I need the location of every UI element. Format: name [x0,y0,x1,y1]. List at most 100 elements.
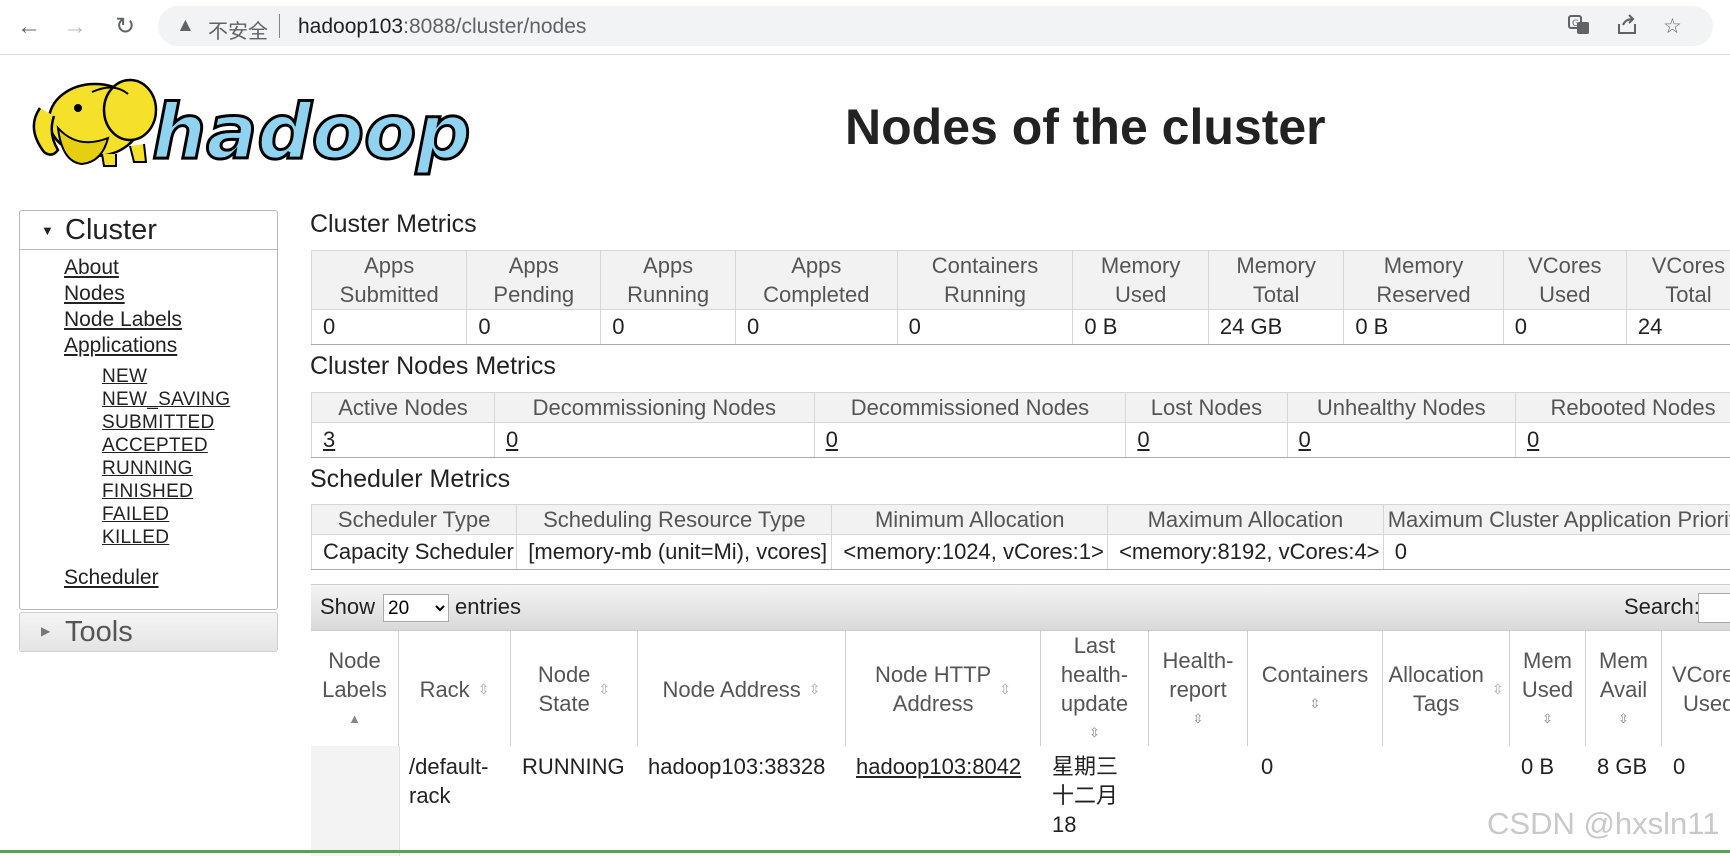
column-header-mem-used[interactable]: Mem Used ⇳ [1510,631,1586,747]
max-cluster-app-priority-value: 0 [1382,534,1730,570]
column-header-rack[interactable]: Rack ⇳ [399,631,511,747]
node-labels-cell [311,746,400,856]
column-header: Lost Nodes [1125,392,1288,423]
mem-avail-cell: 8 GB [1597,754,1648,779]
page-size-select[interactable]: 20 [383,594,449,622]
column-header-node-state[interactable]: Node State ⇳ [511,631,638,747]
sidebar-link-applications[interactable]: Applications [64,334,177,358]
cluster-nodes-metrics-title: Cluster Nodes Metrics [310,352,556,380]
apps-submitted-value: 0 [310,309,468,345]
cluster-menu: ▼ Cluster About Nodes Node Labels Applic… [19,210,278,610]
column-header: VCores Total [1625,250,1730,310]
decommissioned-nodes-link[interactable]: 0 [826,427,838,452]
warning-icon[interactable]: ▲ [176,15,195,37]
sidebar-app-state-killed[interactable]: KILLED [102,527,169,549]
sidebar-link-scheduler[interactable]: Scheduler [64,566,159,590]
column-header-node-http-address[interactable]: Node HTTP Address ⇳ [846,631,1041,747]
scheduler-type-value: Capacity Scheduler [310,534,518,570]
column-header: Active Nodes [310,392,496,423]
vcores-used-cell: 0 [1673,754,1686,779]
maximum-allocation-value: <memory:8192, vCores:4> [1107,534,1384,570]
containers-running-value: 0 [896,309,1074,345]
column-header: Maximum Cluster Application Priority [1382,504,1730,535]
tools-menu-header[interactable]: ▶ Tools [19,612,278,652]
cluster-menu-header[interactable]: ▼ Cluster [20,211,277,250]
memory-used-value: 0 B [1072,309,1209,345]
translate-icon[interactable]: G [1568,14,1590,42]
sidebar-app-state-new-saving[interactable]: NEW_SAVING [102,389,230,411]
cluster-nodes-metrics-table: Active Nodes Decommissioning Nodes Decom… [310,392,1730,458]
column-header-node-address[interactable]: Node Address ⇳ [638,631,846,747]
sidebar-app-state-accepted[interactable]: ACCEPTED [102,435,208,457]
rebooted-nodes-link[interactable]: 0 [1527,427,1539,452]
column-header: Maximum Allocation [1107,504,1384,535]
column-header: Memory Total [1207,250,1345,310]
sort-icon: ⇳ [1491,680,1504,697]
scheduler-metrics-title: Scheduler Metrics [310,465,511,493]
search-input[interactable] [1698,593,1730,623]
sidebar-app-state-failed[interactable]: FAILED [102,504,169,526]
unhealthy-nodes-link[interactable]: 0 [1299,427,1311,452]
sort-icon: ⇳ [1089,725,1100,740]
sort-asc-icon: ▲ [348,710,361,726]
logo-text: hadoop [152,87,470,176]
share-icon[interactable] [1616,14,1638,42]
table-row: Capacity Scheduler [memory-mb (unit=Mi),… [310,534,1730,570]
watermark: CSDN @hxsln11 [1487,806,1720,841]
bottom-border [0,850,1730,853]
back-arrow-icon[interactable]: ← [12,10,46,44]
cluster-metrics-table: Apps Submitted Apps Pending Apps Running Ap… [310,250,1730,345]
node-http-address-link[interactable]: hadoop103:8042 [856,752,1021,781]
column-header: Apps Submitted [310,250,468,310]
cluster-menu-label: Cluster [65,214,157,246]
decommissioning-nodes-link[interactable]: 0 [506,427,518,452]
rack-cell: /default-rack [409,754,489,808]
column-header: Rebooted Nodes [1515,392,1730,423]
nodes-table-header: Node Labels ▲ Rack ⇳ Node State ⇳ Node Addres… [311,630,1730,748]
reload-icon[interactable]: ↻ [108,10,142,44]
column-header-allocation-tags[interactable]: Allocation Tags ⇳ [1383,631,1510,747]
apps-pending-value: 0 [466,309,602,345]
sidebar-link-nodes[interactable]: Nodes [64,282,125,306]
column-header: Decommissioning Nodes [494,392,815,423]
table-row: 3 0 0 0 0 0 [310,422,1730,458]
address-bar[interactable]: ▲ 不安全 hadoop103:8088/cluster/nodes G ☆ [158,6,1713,46]
collapsed-triangle-icon: ▶ [41,624,51,638]
search-label: Search: [1624,594,1700,619]
scheduler-metrics-table: Scheduler Type Scheduling Resource Type … [310,504,1730,570]
sidebar-link-node-labels[interactable]: Node Labels [64,308,182,332]
column-header-vcores-used[interactable]: VCoresUsed [1662,631,1730,747]
hadoop-logo: hadoop [20,68,472,178]
column-header-health-report[interactable]: Health-report ⇳ [1149,631,1248,747]
column-header-node-labels[interactable]: Node Labels ▲ [311,631,399,747]
sidebar-app-state-new[interactable]: NEW [102,366,147,388]
sidebar-app-state-running[interactable]: RUNNING [102,458,193,480]
table-header-row: Apps Submitted Apps Pending Apps Running Ap… [310,250,1730,310]
column-header-mem-avail[interactable]: Mem Avail ⇳ [1586,631,1662,747]
sidebar-app-state-finished[interactable]: FINISHED [102,481,193,503]
svg-text:G: G [1572,19,1579,29]
column-header: Apps Pending [466,250,602,310]
apps-completed-value: 0 [735,309,898,345]
tools-menu-label: Tools [65,616,133,648]
address-separator [279,14,280,38]
vcores-total-value: 24 [1625,309,1730,345]
vcores-used-value: 0 [1502,309,1627,345]
lost-nodes-link[interactable]: 0 [1137,427,1149,452]
column-header: Memory Used [1072,250,1209,310]
forward-arrow-icon[interactable]: → [58,10,92,44]
active-nodes-link[interactable]: 3 [323,427,335,452]
mem-used-cell: 0 B [1521,754,1555,779]
sidebar-link-about[interactable]: About [64,256,119,280]
column-header-containers[interactable]: Containers ⇳ [1248,631,1383,747]
sidebar-app-state-submitted[interactable]: SUBMITTED [102,412,214,434]
column-header: Apps Completed [735,250,898,310]
sort-icon: ⇳ [477,680,490,697]
datatable-toolbar: Show 20 entries Search: [311,584,1730,631]
url-text[interactable]: hadoop103:8088/cluster/nodes [298,15,586,39]
column-header: Unhealthy Nodes [1286,392,1517,423]
column-header-last-health-update[interactable]: Last health-update ⇳ [1041,631,1149,747]
insecure-label[interactable]: 不安全 [208,15,268,44]
bookmark-star-icon[interactable]: ☆ [1663,14,1682,39]
column-header: Decommissioned Nodes [813,392,1127,423]
